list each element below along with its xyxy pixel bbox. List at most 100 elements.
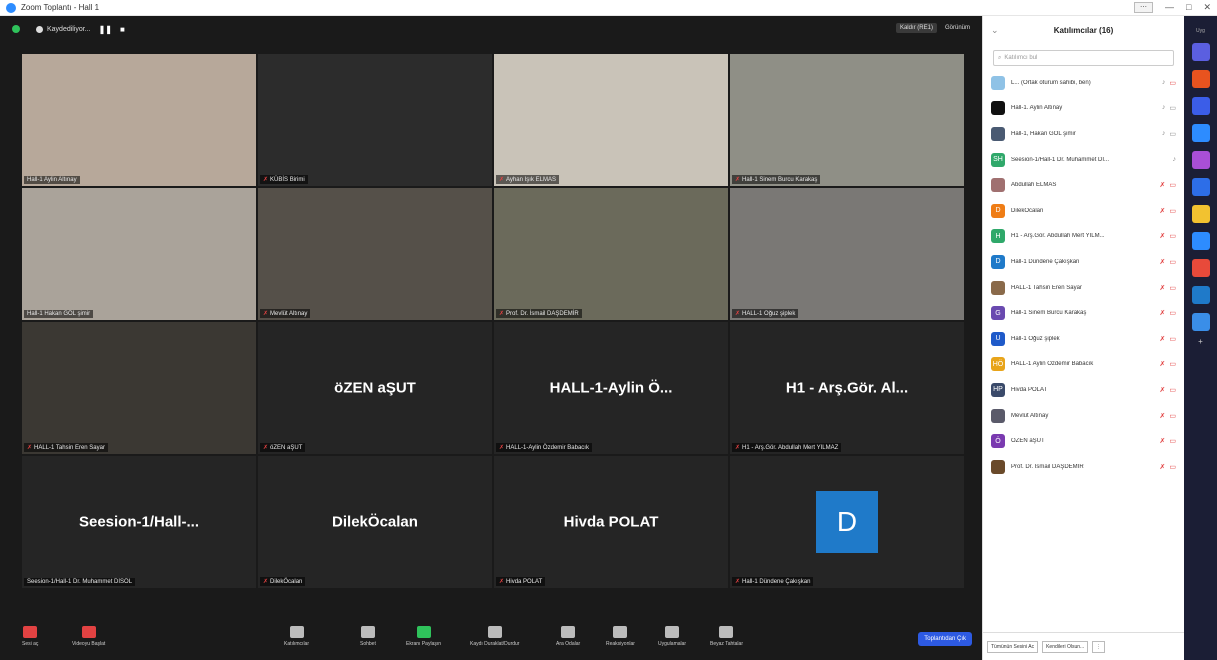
participant-tile[interactable]: ✗ Prof. Dr. İsmail DAŞDEMİR [494, 188, 728, 320]
meeting-toolbar: Sesi aç Videoyu Başlat Katılımcılar Sohb… [0, 620, 982, 660]
mic-muted-icon: ✗ [263, 579, 269, 585]
participant-row[interactable]: H H1 - Arş.Gör. Abdullah Mert YILM... ✗ ▭ [983, 224, 1184, 250]
participant-tile[interactable]: DilekÖcalan ✗ DilekÖcalan [258, 456, 492, 588]
participants-button[interactable]: Katılımcılar [284, 626, 309, 647]
participant-row[interactable]: U Hall-1 Oğuz şiplek ✗ ▭ [983, 326, 1184, 352]
chat-button[interactable]: Sohbet [360, 626, 376, 647]
ask-unmute-button[interactable]: Kendileri Olsun... [1042, 640, 1089, 653]
participant-name: Seesion-1/Hall-1 Dr. Muhammet Dİ... [1011, 156, 1110, 163]
participant-tile[interactable]: HALL-1-Aylin Ö... ✗ HALL-1-Aylin Özdemir B… [494, 322, 728, 454]
app-icon[interactable] [1191, 286, 1210, 304]
avatar: U [991, 331, 1005, 346]
participant-row[interactable]: Hall-1. Aylin Altınay ♪ ▭ [983, 96, 1184, 122]
mic-icon: ♪ [1161, 78, 1166, 86]
participant-tile[interactable]: H1 - Arş.Gör. Al... ✗ H1 - Arş.Gör. Abdull… [730, 322, 964, 454]
participant-tile[interactable]: ✗ Hall-1 Sinem Burcu Karakaş [730, 54, 964, 186]
mic-muted-icon: ✗ [1159, 361, 1166, 369]
app-icon[interactable] [1191, 43, 1210, 61]
participant-name: L... (Ortak oturum sahibi, ben) [1011, 79, 1091, 86]
participant-tile[interactable]: ✗ HALL-1 Oğuz şiplek [730, 188, 964, 320]
app-icon[interactable] [1191, 232, 1210, 250]
video-off-icon: ▭ [1169, 310, 1176, 318]
participant-name: Prof. Dr. İsmail DAŞDEMİR [1011, 463, 1084, 470]
participant-name: ÖZEN aŞUT [1011, 438, 1045, 445]
participant-status-icons: ✗ ▭ [1160, 232, 1177, 240]
participant-tile[interactable]: Hivda POLAT ✗ Hivda POLAT [494, 456, 728, 588]
participant-row[interactable]: HP Hivda POLAT ✗ ▭ [983, 377, 1184, 403]
participant-tile[interactable]: ✗ Ayhan Işık ELMAS [494, 54, 728, 186]
participant-status-icons: ♪ ▭ [1162, 104, 1176, 112]
participant-tile[interactable]: öZEN aŞUT ✗ öZEN aŞUT [258, 322, 492, 454]
app-icon[interactable] [1191, 205, 1210, 223]
participant-search-input[interactable]: ⌕ Katılımcı bul [993, 50, 1174, 66]
participant-row[interactable]: HALL-1 Tahsin Eren Sayar ✗ ▭ [983, 275, 1184, 301]
avatar: G [991, 306, 1005, 321]
app-icon[interactable] [1191, 151, 1210, 169]
participant-tile[interactable]: D ✗ Hall-1 Dündene Çakışkan [730, 456, 964, 588]
mute-button[interactable]: Sesi aç [22, 626, 38, 647]
participant-row[interactable]: L... (Ortak oturum sahibi, ben) ♪ ▭ [983, 70, 1184, 96]
participant-row[interactable]: Ö ÖZEN aŞUT ✗ ▭ [983, 428, 1184, 454]
whiteboard-button[interactable]: Beyaz Tahtalar [710, 626, 743, 647]
app-icon[interactable] [1191, 313, 1210, 331]
exit-fullscreen-button[interactable]: Kaldır (RE1) [895, 23, 937, 33]
participant-row[interactable]: HÖ HALL-1 Aylin Özdemir Babacık ✗ ▭ [983, 352, 1184, 378]
video-off-icon: ▭ [1169, 182, 1176, 190]
breakout-rooms-button[interactable]: Ara Odalar [556, 626, 580, 647]
avatar [991, 126, 1005, 141]
security-shield-icon[interactable] [12, 25, 20, 33]
name-tag: ✗ öZEN aŞUT [260, 443, 306, 452]
app-icon[interactable] [1191, 97, 1210, 115]
name-tag: ✗ Hall-1 Dündene Çakışkan [732, 577, 814, 586]
participant-tile[interactable]: Hall-1 Aylin Altınay [22, 54, 256, 186]
app-icon[interactable] [1191, 70, 1210, 88]
participant-row[interactable]: Abdullah ELMAS ✗ ▭ [983, 172, 1184, 198]
close-button[interactable]: ✕ [1203, 2, 1211, 13]
video-icon: ▭ [1169, 105, 1176, 113]
participant-row[interactable]: SH Seesion-1/Hall-1 Dr. Muhammet Dİ... ♪ [983, 147, 1184, 173]
pause-recording-button[interactable]: ❚❚ [99, 25, 112, 34]
participant-row[interactable]: D DilekÖcalan ✗ ▭ [983, 198, 1184, 224]
collapse-panel-icon[interactable]: ⌄ [991, 25, 999, 36]
participant-tile[interactable]: Hall-1 Hakan GÖL şimir [22, 188, 256, 320]
restore-button[interactable]: □ [1186, 2, 1191, 13]
participant-row[interactable]: Hall-1, Hakan GÖL şimir ♪ ▭ [983, 121, 1184, 147]
more-options-button[interactable]: ⋮ [1092, 640, 1106, 653]
name-tag: ✗ Mevlüt Altınay [260, 309, 311, 318]
name-tag: ✗ Prof. Dr. İsmail DAŞDEMİR [496, 309, 582, 318]
leave-meeting-button[interactable]: Toplantıdan Çık [918, 632, 972, 646]
mic-icon: ♪ [1161, 104, 1166, 112]
participant-tile[interactable]: ✗ Mevlüt Altınay [258, 188, 492, 320]
name-tag: Seesion-1/Hall-1 Dr. Muhammet DİSÖL [24, 578, 136, 586]
share-screen-button[interactable]: Ekranı Paylaşın [406, 626, 441, 647]
video-off-icon: ▭ [1169, 335, 1176, 343]
app-icon[interactable] [1191, 124, 1210, 142]
participant-row[interactable]: Prof. Dr. İsmail DAŞDEMİR ✗ ▭ [983, 454, 1184, 480]
start-video-button[interactable]: Videoyu Başlat [72, 626, 105, 647]
participant-row[interactable]: D Hall-1 Dündene Çakışkan ✗ ▭ [983, 249, 1184, 275]
mic-muted-icon [23, 626, 38, 638]
avatar [991, 280, 1005, 295]
mini-view-button[interactable]: ⋯ [1134, 2, 1154, 13]
participants-panel: ⌄ Katılımcılar (16) ⌕ Katılımcı bul L...… [982, 16, 1185, 660]
reactions-button[interactable]: Reaksiyonlar [606, 626, 635, 647]
minimize-button[interactable]: — [1165, 2, 1174, 13]
participant-row[interactable]: G Hall-1 Sinem Burcu Karakaş ✗ ▭ [983, 300, 1184, 326]
video-off-icon: ▭ [1169, 412, 1176, 420]
mic-muted-icon: ✗ [1159, 335, 1166, 343]
participant-status-icons: ✗ ▭ [1160, 258, 1177, 266]
participant-tile[interactable]: ✗ KÜBİS Birimi [258, 54, 492, 186]
mute-all-button[interactable]: Tümünün Sesini Ac [987, 640, 1039, 653]
app-icon[interactable] [1191, 178, 1210, 196]
share-screen-icon [416, 626, 431, 638]
record-button[interactable]: Kaydı Duraklat/Durdur [470, 626, 519, 647]
participant-tile[interactable]: ✗ HALL-1 Tahsin Eren Sayar [22, 322, 256, 454]
stop-recording-button[interactable]: ■ [120, 25, 125, 34]
participant-tile[interactable]: Seesion-1/Hall-... Seesion-1/Hall-1 Dr. M… [22, 456, 256, 588]
apps-button[interactable]: Uygulamalar [658, 626, 686, 647]
add-app-icon[interactable]: + [1184, 337, 1217, 346]
participant-name: Hall-1 Oğuz şiplek [1011, 335, 1060, 342]
app-icon[interactable] [1191, 259, 1210, 277]
participant-row[interactable]: Mevlüt Altınay ✗ ▭ [983, 403, 1184, 429]
view-button[interactable]: Görünüm [945, 25, 970, 31]
